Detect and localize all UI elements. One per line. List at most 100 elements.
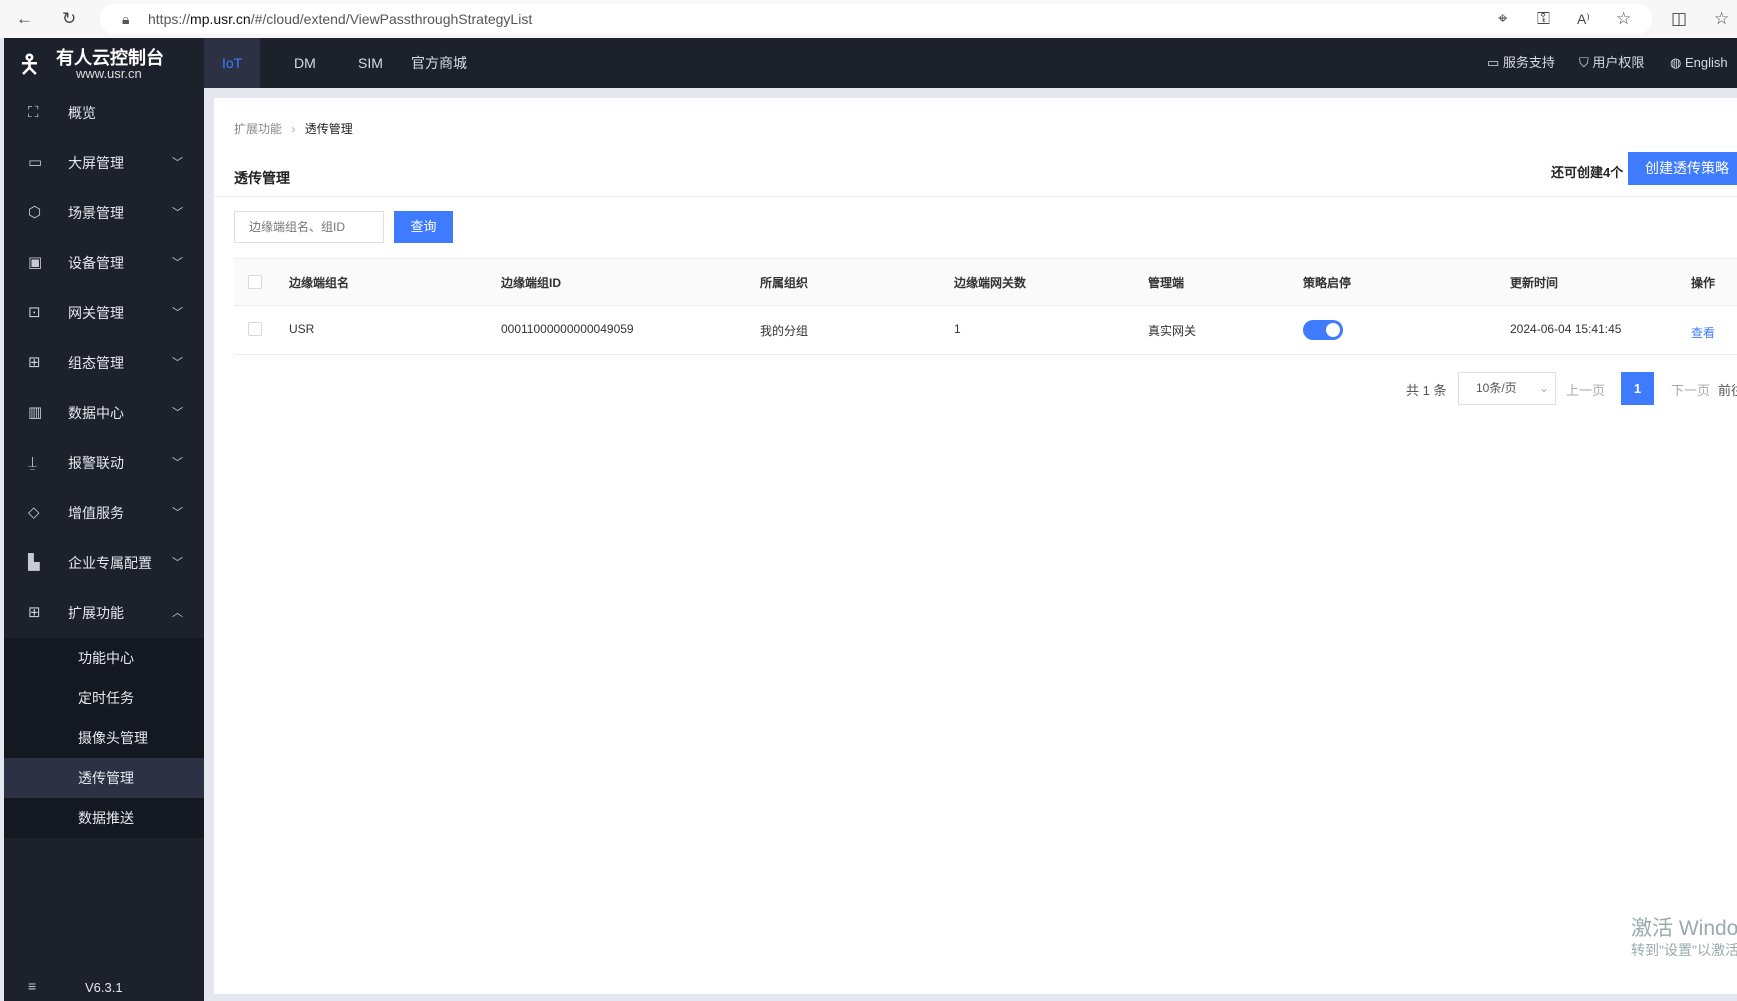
- chat-icon: ▭: [1487, 55, 1503, 70]
- version-label: V6.3.1: [85, 980, 123, 995]
- sidebar-item-label: 扩展功能: [68, 605, 124, 621]
- key-icon[interactable]: ⚿: [1537, 8, 1550, 30]
- sidebar-item-label: 企业专属配置: [68, 555, 152, 571]
- sidebar-item-9[interactable]: ▙ 企业专属配置 ﹀: [4, 538, 204, 588]
- sidebar-item-8[interactable]: ◇ 增值服务 ﹀: [4, 488, 204, 538]
- sidebar-item-6[interactable]: ▥ 数据中心 ﹀: [4, 388, 204, 438]
- read-aloud-icon[interactable]: A⁾: [1577, 8, 1590, 30]
- column-header: 操作: [1691, 276, 1716, 290]
- current-page-button[interactable]: 1: [1621, 372, 1654, 405]
- search-input[interactable]: [234, 211, 384, 243]
- pagination-total: 共 1 条: [1406, 383, 1447, 398]
- service-support-link[interactable]: ▭ 服务支持: [1487, 38, 1555, 88]
- sidebar-subitem-4[interactable]: 数据推送: [4, 798, 204, 838]
- cell-updated: 2024-06-04 15:41:45: [1510, 322, 1622, 336]
- column-header: 管理端: [1148, 276, 1185, 290]
- service-support-label: 服务支持: [1502, 55, 1555, 70]
- sidebar-item-10[interactable]: ⊞ 扩展功能 ︿: [4, 588, 204, 638]
- create-strategy-button[interactable]: 创建透传策略: [1628, 152, 1737, 185]
- overview-icon: ⛶: [28, 104, 39, 121]
- chevron-right-icon: ›: [291, 122, 296, 136]
- breadcrumb: 扩展功能 › 透传管理: [234, 120, 353, 137]
- sidebar-item-5[interactable]: ⊞ 组态管理 ﹀: [4, 338, 204, 388]
- top-nav: [4, 38, 1737, 88]
- divider: [214, 196, 1737, 197]
- brand-site: www.usr.cn: [76, 66, 142, 81]
- chart-icon: ▥: [28, 404, 43, 421]
- chevron-down-icon: ﹀: [172, 507, 183, 519]
- sidebar-item-label: 组态管理: [68, 355, 124, 371]
- tab-store[interactable]: 官方商城: [393, 38, 485, 88]
- page-size-value: 10条/页: [1476, 381, 1517, 395]
- url-host: mp.usr.cn: [190, 11, 251, 27]
- split-screen-icon[interactable]: ◫: [1671, 8, 1687, 30]
- chevron-down-icon: ﹀: [172, 257, 183, 269]
- column-header: 更新时间: [1510, 276, 1559, 290]
- page-title: 透传管理: [234, 170, 290, 186]
- back-icon[interactable]: ←: [16, 8, 33, 30]
- enterprise-icon: ▙: [28, 554, 40, 571]
- row-checkbox[interactable]: [248, 322, 262, 336]
- chevron-down-icon: ﹀: [172, 557, 183, 569]
- sidebar-item-4[interactable]: ⊡ 网关管理 ﹀: [4, 288, 204, 338]
- chevron-down-icon: ﹀: [172, 157, 183, 169]
- favorites-icon[interactable]: ☆: [1714, 8, 1729, 30]
- user-permissions-link[interactable]: ⛉ 用户权限: [1579, 38, 1644, 88]
- prev-page-button[interactable]: 上一页: [1566, 380, 1605, 399]
- page-size-select[interactable]: 10条/页 ⌄: [1458, 372, 1556, 405]
- tab-iot[interactable]: IoT: [204, 38, 261, 88]
- query-button[interactable]: 查询: [394, 211, 453, 243]
- gateway-icon: ⊡: [28, 304, 41, 321]
- column-header: 边缘端组名: [289, 276, 350, 290]
- reload-icon[interactable]: ↻: [62, 8, 76, 30]
- sidebar-item-7[interactable]: ⍊ 报警联动 ﹀: [4, 438, 204, 488]
- user-permissions-label: 用户权限: [1592, 55, 1645, 70]
- browser-toolbar: ← ↻ 🔒︎ https://mp.usr.cn/#/cloud/extend/…: [0, 0, 1737, 38]
- sidebar-subitem-1[interactable]: 定时任务: [4, 678, 204, 718]
- cell-name: USR: [289, 322, 315, 336]
- device-icon: ▣: [28, 254, 43, 271]
- view-link[interactable]: 查看: [1691, 324, 1715, 341]
- address-bar[interactable]: 🔒︎ https://mp.usr.cn/#/cloud/extend/View…: [100, 4, 1652, 34]
- column-header: 策略启停: [1303, 276, 1352, 290]
- chevron-down-icon: ﹀: [172, 357, 183, 369]
- language-switch[interactable]: ◍ English: [1670, 38, 1728, 88]
- sidebar-item-label: 报警联动: [68, 455, 124, 471]
- chevron-down-icon: ﹀: [172, 407, 183, 419]
- sidebar-item-label: 大屏管理: [68, 155, 124, 171]
- language-label: English: [1684, 55, 1728, 70]
- chevron-down-icon: ﹀: [172, 457, 183, 469]
- grid-icon: ⊞: [28, 604, 41, 621]
- favorite-star-icon[interactable]: ☆: [1616, 8, 1631, 30]
- breadcrumb-parent[interactable]: 扩展功能: [234, 122, 282, 136]
- alarm-icon: ⍊: [28, 454, 38, 471]
- chevron-down-icon: ⌄: [1538, 381, 1549, 395]
- sidebar-item-2[interactable]: ⬡ 场景管理 ﹀: [4, 188, 204, 238]
- tab-dm[interactable]: DM: [276, 38, 334, 88]
- sidebar-subitem-3[interactable]: 透传管理: [4, 758, 204, 798]
- cell-id: 00011000000000049059: [501, 322, 634, 336]
- sidebar-subitem-0[interactable]: 功能中心: [4, 638, 204, 678]
- toggle-knob: [1326, 323, 1340, 337]
- sidebar-item-0[interactable]: ⛶ 概览: [4, 88, 204, 138]
- chevron-down-icon: ﹀: [172, 307, 183, 319]
- strategy-toggle[interactable]: [1303, 320, 1343, 340]
- activation-watermark-text: 转到"设置"以激活 Windows。: [1631, 942, 1737, 958]
- sidebar-item-3[interactable]: ▣ 设备管理 ﹀: [4, 238, 204, 288]
- collapse-menu-icon[interactable]: ≡: [28, 978, 36, 994]
- activation-watermark-title: 激活 Windows: [1631, 917, 1737, 940]
- sidebar-item-1[interactable]: ▭ 大屏管理 ﹀: [4, 138, 204, 188]
- remaining-quota: 还可创建4个: [1551, 165, 1624, 180]
- chevron-down-icon: ﹀: [172, 207, 183, 219]
- sidebar-subitem-2[interactable]: 摄像头管理: [4, 718, 204, 758]
- select-all-checkbox[interactable]: [248, 275, 262, 289]
- cube-icon: ⬡: [28, 204, 42, 221]
- logo-person-icon: 🯅: [18, 49, 41, 79]
- content-panel: 扩展功能 › 透传管理 透传管理 还可创建4个 创建透传策略 查询: [214, 98, 1737, 994]
- sidebar-submenu: 功能中心 定时任务 摄像头管理 透传管理 数据推送: [4, 638, 204, 838]
- tab-sim[interactable]: SIM: [340, 38, 401, 88]
- location-icon[interactable]: ⌖: [1498, 8, 1508, 30]
- column-header: 边缘端组ID: [501, 276, 562, 290]
- sidebar-item-label: 场景管理: [68, 205, 124, 221]
- next-page-button[interactable]: 下一页: [1671, 380, 1710, 399]
